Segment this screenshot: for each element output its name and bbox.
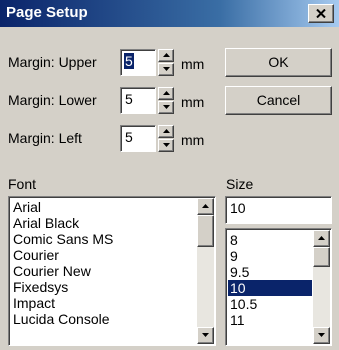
margin-upper-spinner [158, 49, 174, 76]
margin-lower-spinner [158, 87, 174, 114]
size-label: Size [226, 176, 254, 192]
margin-upper-spin-up[interactable] [158, 49, 174, 62]
margin-lower-spin-down[interactable] [158, 101, 174, 114]
font-item[interactable]: Fixedsys [11, 279, 196, 295]
margin-lower-label: Margin: Lower [8, 92, 97, 108]
margin-lower-unit: mm [181, 94, 205, 110]
arrow-up-icon [163, 53, 170, 57]
font-item[interactable]: Comic Sans MS [11, 231, 196, 247]
size-item[interactable]: 9 [228, 248, 312, 264]
size-scrollbar[interactable] [313, 230, 330, 344]
size-item[interactable]: 9.5 [228, 264, 312, 280]
size-item-selected[interactable]: 10 [228, 280, 312, 296]
cancel-button[interactable]: Cancel [225, 86, 332, 115]
size-scroll-up-button[interactable] [313, 230, 330, 247]
close-icon [316, 9, 326, 18]
arrow-up-icon [202, 204, 209, 208]
margin-left-value: 5 [125, 129, 133, 145]
title-bar: Page Setup [0, 0, 339, 27]
font-item[interactable]: Impact [11, 295, 196, 311]
font-listbox[interactable]: Arial Arial Black Comic Sans MS Courier … [8, 196, 216, 346]
margin-left-input[interactable]: 5 [120, 125, 156, 152]
arrow-down-icon [202, 333, 209, 337]
size-listbox[interactable]: 8 9 9.5 10 10.5 11 [225, 228, 332, 346]
margin-upper-value: 5 [124, 53, 134, 69]
margin-lower-spin-up[interactable] [158, 87, 174, 100]
arrow-down-icon [163, 105, 170, 109]
margin-upper-unit: mm [181, 56, 205, 72]
margin-lower-input[interactable]: 5 [120, 87, 156, 114]
font-scroll-thumb[interactable] [197, 215, 214, 247]
margin-upper-input[interactable]: 5 [120, 49, 156, 76]
font-item[interactable]: Arial Black [11, 215, 196, 231]
size-value: 10 [230, 200, 246, 216]
font-scroll-up-button[interactable] [197, 198, 214, 215]
font-item[interactable]: Courier New [11, 263, 196, 279]
size-item[interactable]: 11 [228, 312, 312, 328]
close-button[interactable] [308, 4, 334, 23]
arrow-up-icon [318, 236, 325, 240]
size-scroll-down-button[interactable] [313, 327, 330, 344]
margin-left-spin-down[interactable] [158, 139, 174, 152]
margin-upper-label: Margin: Upper [8, 54, 97, 70]
margin-left-label: Margin: Left [8, 130, 82, 146]
arrow-down-icon [163, 67, 170, 71]
arrow-down-icon [163, 143, 170, 147]
size-input[interactable]: 10 [225, 196, 332, 224]
font-scrollbar[interactable] [197, 198, 214, 344]
font-item[interactable]: Arial [11, 199, 196, 215]
arrow-up-icon [163, 91, 170, 95]
margin-upper-spin-down[interactable] [158, 63, 174, 76]
margin-lower-value: 5 [125, 91, 133, 107]
ok-button[interactable]: OK [225, 48, 332, 77]
margin-left-unit: mm [181, 132, 205, 148]
font-label: Font [8, 176, 37, 192]
size-item[interactable]: 8 [228, 232, 312, 248]
window-title: Page Setup [6, 4, 88, 21]
arrow-down-icon [318, 333, 325, 337]
size-item[interactable]: 10.5 [228, 296, 312, 312]
font-item[interactable]: Lucida Console [11, 311, 196, 327]
arrow-up-icon [163, 129, 170, 133]
margin-left-spin-up[interactable] [158, 125, 174, 138]
font-item[interactable]: Courier [11, 247, 196, 263]
margin-left-spinner [158, 125, 174, 152]
font-scroll-down-button[interactable] [197, 327, 214, 344]
size-scroll-thumb[interactable] [313, 247, 330, 267]
